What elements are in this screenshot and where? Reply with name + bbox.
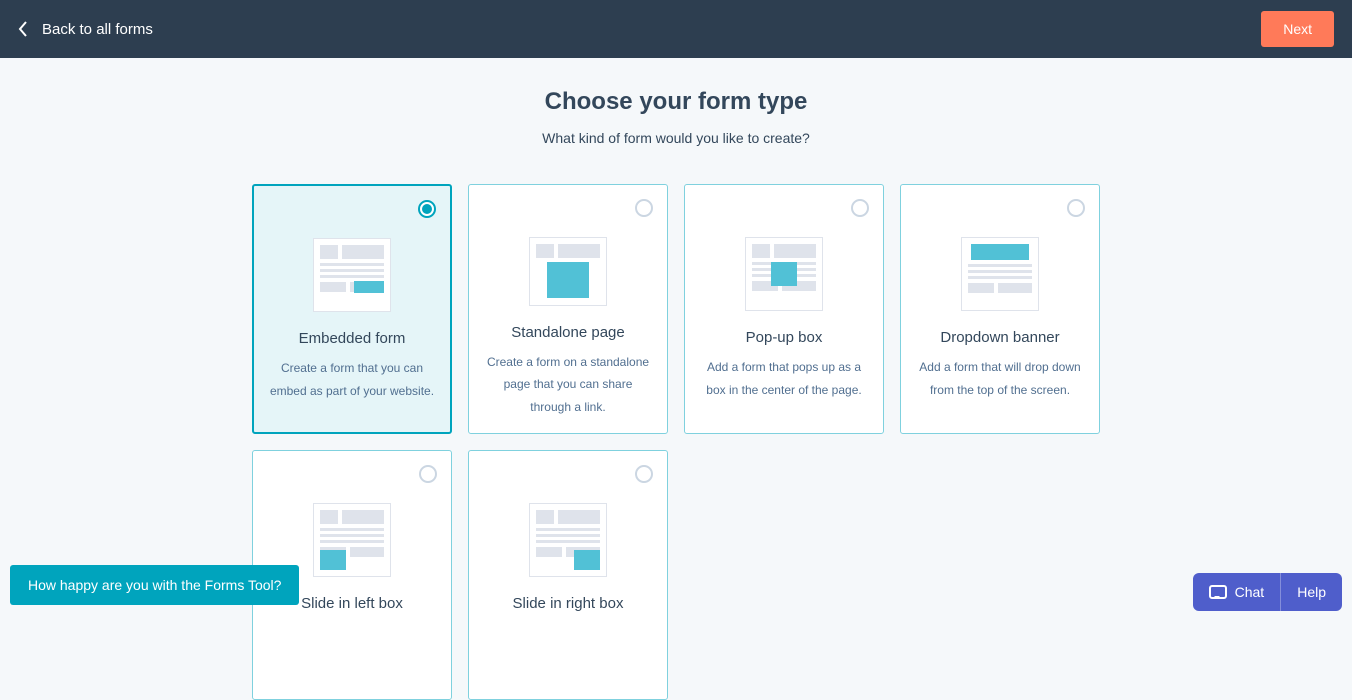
help-label: Help (1297, 584, 1326, 600)
slide-right-illustration (529, 503, 607, 577)
form-type-card-slide-right[interactable]: Slide in right box (468, 450, 668, 700)
survey-prompt[interactable]: How happy are you with the Forms Tool? (10, 565, 299, 605)
standalone-illustration (529, 237, 607, 306)
next-button[interactable]: Next (1261, 11, 1334, 47)
back-label: Back to all forms (42, 21, 153, 38)
slide-left-illustration (313, 503, 391, 577)
card-title: Pop-up box (746, 329, 823, 346)
card-title: Dropdown banner (940, 329, 1059, 346)
form-type-card-dropdown[interactable]: Dropdown banner Add a form that will dro… (900, 184, 1100, 434)
radio-indicator (418, 200, 436, 218)
radio-indicator (635, 465, 653, 483)
card-title: Embedded form (299, 330, 406, 347)
page-subtitle: What kind of form would you like to crea… (0, 130, 1352, 146)
dropdown-illustration (961, 237, 1039, 311)
card-desc: Create a form that you can embed as part… (268, 357, 436, 403)
form-type-grid: Embedded form Create a form that you can… (252, 184, 1100, 700)
form-type-card-embedded[interactable]: Embedded form Create a form that you can… (252, 184, 452, 434)
card-desc: Add a form that will drop down from the … (915, 356, 1085, 402)
card-desc: Add a form that pops up as a box in the … (699, 356, 869, 402)
help-button[interactable]: Help (1280, 573, 1342, 611)
chat-button[interactable]: Chat (1193, 573, 1281, 611)
card-desc: Create a form on a standalone page that … (483, 351, 653, 419)
card-title: Slide in right box (513, 595, 624, 612)
card-title: Slide in left box (301, 595, 403, 612)
radio-indicator (1067, 199, 1085, 217)
radio-indicator (635, 199, 653, 217)
embedded-illustration (313, 238, 391, 312)
card-title: Standalone page (511, 324, 624, 341)
radio-indicator (419, 465, 437, 483)
chat-icon (1209, 585, 1227, 599)
help-widgets: Chat Help (1193, 573, 1342, 611)
form-type-card-standalone[interactable]: Standalone page Create a form on a stand… (468, 184, 668, 434)
page-title: Choose your form type (0, 88, 1352, 116)
popup-illustration (745, 237, 823, 311)
chevron-left-icon (18, 21, 28, 37)
chat-label: Chat (1235, 584, 1265, 600)
form-type-card-popup[interactable]: Pop-up box Add a form that pops up as a … (684, 184, 884, 434)
header-bar: Back to all forms Next (0, 0, 1352, 58)
radio-indicator (851, 199, 869, 217)
back-to-forms-link[interactable]: Back to all forms (18, 21, 153, 38)
